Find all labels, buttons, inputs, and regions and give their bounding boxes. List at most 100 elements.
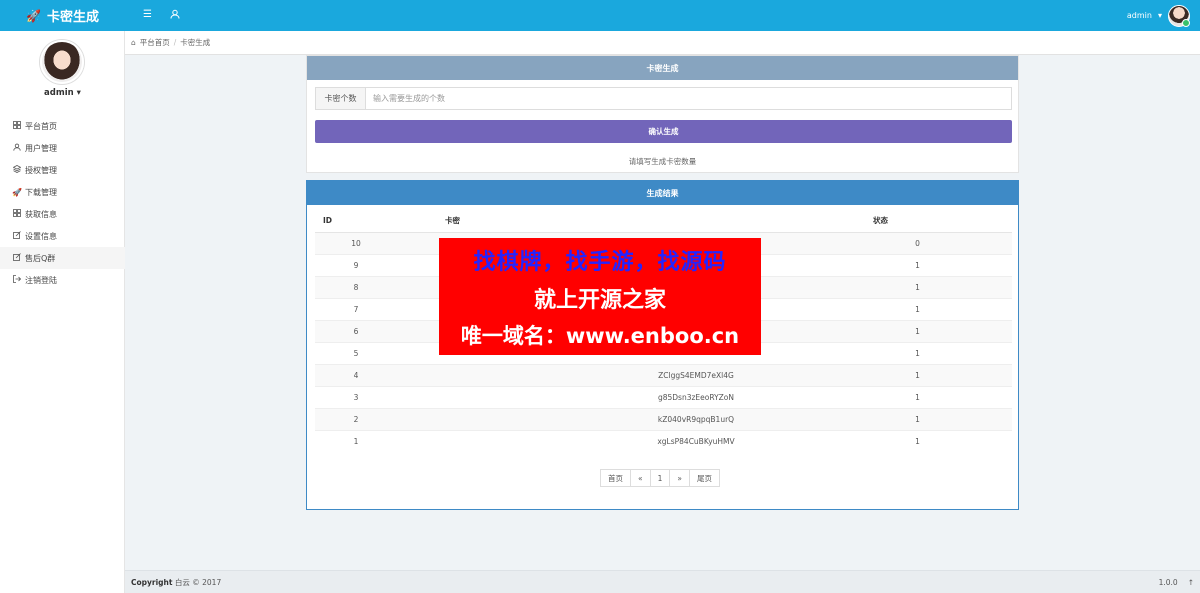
pager-next-button[interactable]: »: [669, 469, 690, 487]
copyright-text: 白云 © 2017: [174, 577, 222, 587]
user-icon: [12, 143, 22, 153]
cell-id: 2: [315, 407, 437, 430]
sidebar-item-home[interactable]: 平台首页: [0, 115, 125, 137]
table-row: 2 kZ040vR9qpqB1urQ 1: [315, 407, 1012, 430]
cell-key: kZ040vR9qpqB1urQ: [437, 407, 865, 430]
pager-prev-button[interactable]: «: [630, 469, 651, 487]
generate-hint: 请填写生成卡密数量: [628, 157, 697, 166]
logout-icon: [12, 275, 22, 285]
sidebar-item-label: 设置信息: [25, 231, 57, 241]
sidebar-item-settings[interactable]: 设置信息: [0, 225, 125, 247]
sidebar-item-label: 注销登陆: [25, 275, 57, 285]
table-header-row: ID 卡密 状态: [315, 210, 1012, 233]
sidebar-item-label: 用户管理: [25, 143, 57, 153]
grid-icon: [12, 209, 22, 219]
sidebar-user-dropdown[interactable]: admin ▾: [0, 88, 125, 98]
back-to-top-icon[interactable]: ↑: [1188, 578, 1194, 587]
footer-right: 1.0.0 ↑: [1159, 578, 1194, 587]
table-row: 3 g85Dsn3zEeoRYZoN 1: [315, 385, 1012, 408]
copyright-label: Copyright: [131, 577, 173, 587]
layers-icon: [12, 165, 22, 175]
sidebar-menu: 平台首页 用户管理 授权管理 🚀 下载管理 获取信息 设置信息 售后Q群 注销登…: [0, 115, 125, 291]
column-header-id: ID: [315, 210, 437, 233]
copyright: Copyright 白云 © 2017: [131, 577, 221, 588]
cell-id: 5: [315, 341, 437, 364]
sidebar: admin ▾ 平台首页 用户管理 授权管理 🚀 下载管理 获取信息 设置信息 …: [0, 31, 125, 593]
table-row: 1 xgLsP84CuBKyuHMV 1: [315, 429, 1012, 452]
generate-panel-title: 卡密生成: [307, 56, 1018, 80]
table-row: 4 ZClggS4EMD7eXl4G 1: [315, 363, 1012, 386]
sidebar-item-info[interactable]: 获取信息: [0, 203, 125, 225]
cell-key: ZClggS4EMD7eXl4G: [437, 363, 865, 386]
sidebar-username: admin: [44, 88, 74, 98]
grid-icon: [12, 121, 22, 131]
pager-first-button[interactable]: 首页: [600, 469, 631, 487]
cell-id: 9: [315, 253, 437, 276]
cell-status: 0: [865, 231, 1012, 254]
ad-banner: 找棋牌，找手游，找源码 就上开源之家 唯一域名：www.enboo.cn: [439, 238, 761, 355]
banner-line-3: 唯一域名：www.enboo.cn: [460, 323, 740, 348]
cell-id: 7: [315, 297, 437, 320]
chevron-down-icon: ▾: [1157, 11, 1162, 20]
cell-status: 1: [865, 363, 1012, 386]
cell-status: 1: [865, 275, 1012, 298]
user-icon[interactable]: [170, 9, 180, 23]
version: 1.0.0: [1158, 577, 1178, 587]
sidebar-item-logout[interactable]: 注销登陆: [0, 269, 125, 291]
edit-icon: [12, 253, 22, 263]
sidebar-item-label: 授权管理: [25, 165, 57, 175]
cell-id: 8: [315, 275, 437, 298]
cell-id: 1: [315, 429, 437, 452]
user-menu[interactable]: admin ▾: [1127, 0, 1200, 31]
pagination: 首页 « 1 » 尾页: [600, 469, 720, 487]
sidebar-item-label: 下载管理: [25, 187, 57, 197]
quantity-input-group: 卡密个数: [315, 87, 1012, 110]
cell-status: 1: [865, 385, 1012, 408]
quantity-input[interactable]: [366, 88, 1011, 109]
sidebar-item-label: 平台首页: [25, 121, 57, 131]
cell-status: 1: [865, 429, 1012, 452]
breadcrumb: ⌂ 平台首页 / 卡密生成: [125, 31, 1200, 55]
cell-id: 3: [315, 385, 437, 408]
generate-panel: 卡密生成 卡密个数 确认生成 请填写生成卡密数量: [306, 55, 1019, 173]
sidebar-item-license[interactable]: 授权管理: [0, 159, 125, 181]
cell-key: g85Dsn3zEeoRYZoN: [437, 385, 865, 408]
sidebar-item-label: 售后Q群: [25, 253, 56, 263]
footer: Copyright 白云 © 2017 1.0.0 ↑: [125, 570, 1200, 593]
cell-key: xgLsP84CuBKyuHMV: [437, 429, 865, 452]
cell-status: 1: [865, 341, 1012, 364]
cell-id: 10: [315, 231, 437, 254]
brand[interactable]: 🚀 卡密生成: [0, 0, 125, 31]
sidebar-item-download[interactable]: 🚀 下载管理: [0, 181, 125, 203]
rocket-icon: 🚀: [12, 187, 22, 197]
cell-id: 6: [315, 319, 437, 342]
home-icon: ⌂: [131, 38, 136, 47]
cell-status: 1: [865, 253, 1012, 276]
results-panel-title: 生成结果: [307, 181, 1018, 205]
sidebar-item-label: 获取信息: [25, 209, 57, 219]
sidebar-avatar[interactable]: [40, 40, 84, 84]
pager-last-button[interactable]: 尾页: [688, 469, 720, 487]
breadcrumb-current: 卡密生成: [180, 38, 211, 47]
column-header-key: 卡密: [437, 210, 865, 233]
sidebar-item-users[interactable]: 用户管理: [0, 137, 125, 159]
banner-line-1: 找棋牌，找手游，找源码: [473, 249, 727, 275]
column-header-status: 状态: [865, 210, 1012, 233]
edit-icon: [12, 231, 22, 241]
top-navbar: 🚀 卡密生成 ☰ admin ▾: [0, 0, 1200, 31]
cell-status: 1: [865, 297, 1012, 320]
quantity-label: 卡密个数: [316, 88, 366, 109]
confirm-generate-button[interactable]: 确认生成: [315, 120, 1012, 143]
sidebar-item-support-group[interactable]: 售后Q群: [0, 247, 125, 269]
cell-status: 1: [865, 319, 1012, 342]
list-icon[interactable]: ☰: [143, 9, 152, 21]
cell-id: 4: [315, 363, 437, 386]
pager-page-1[interactable]: 1: [649, 469, 671, 487]
avatar[interactable]: [1168, 4, 1190, 27]
chevron-down-icon: ▾: [76, 88, 81, 98]
cell-status: 1: [865, 407, 1012, 430]
banner-line-2: 就上开源之家: [533, 287, 666, 313]
brand-title: 卡密生成: [46, 10, 99, 25]
rocket-icon: 🚀: [26, 8, 41, 23]
breadcrumb-home-link[interactable]: 平台首页: [140, 37, 170, 48]
